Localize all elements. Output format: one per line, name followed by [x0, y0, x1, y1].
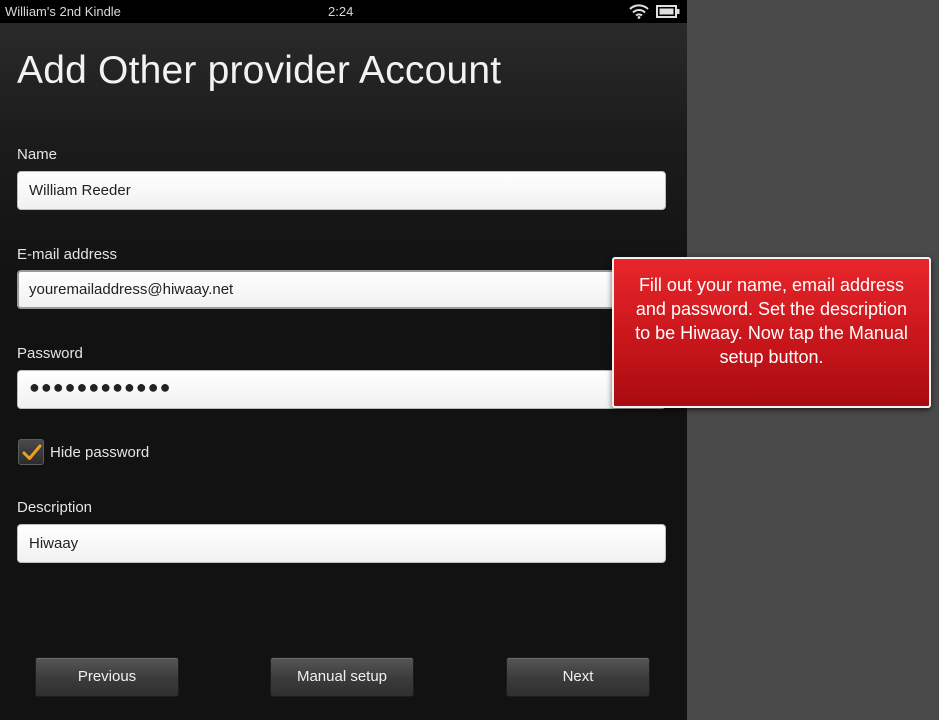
password-label: Password [17, 345, 83, 362]
next-button[interactable]: Next [506, 657, 650, 697]
email-label: E-mail address [17, 246, 118, 263]
callout-text: Fill out your name, email address and pa… [635, 275, 908, 367]
name-label: Name [17, 146, 58, 163]
battery-icon [656, 5, 680, 18]
wifi-icon [629, 4, 649, 19]
form-content: Add Other provider Account Name William … [0, 23, 687, 720]
description-label: Description [17, 499, 93, 516]
device-name: William's 2nd Kindle [5, 4, 121, 19]
previous-button[interactable]: Previous [35, 657, 179, 697]
manual-setup-button[interactable]: Manual setup [270, 657, 414, 697]
password-field[interactable]: ●●●●●●●●●●●● [17, 370, 666, 409]
hide-password-label[interactable]: Hide password [50, 444, 149, 461]
checkmark-icon [22, 444, 42, 460]
description-field[interactable]: Hiwaay [17, 524, 666, 563]
hide-password-checkbox[interactable] [18, 439, 44, 465]
status-bar: William's 2nd Kindle 2:24 [0, 0, 687, 23]
name-field[interactable]: William Reeder [17, 171, 666, 210]
email-field[interactable]: youremailaddress@hiwaay.net [17, 270, 666, 309]
instruction-callout: Fill out your name, email address and pa… [612, 257, 931, 408]
kindle-screen: William's 2nd Kindle 2:24 Add Other prov… [0, 0, 687, 720]
page-title: Add Other provider Account [17, 49, 502, 92]
status-time: 2:24 [328, 4, 354, 19]
